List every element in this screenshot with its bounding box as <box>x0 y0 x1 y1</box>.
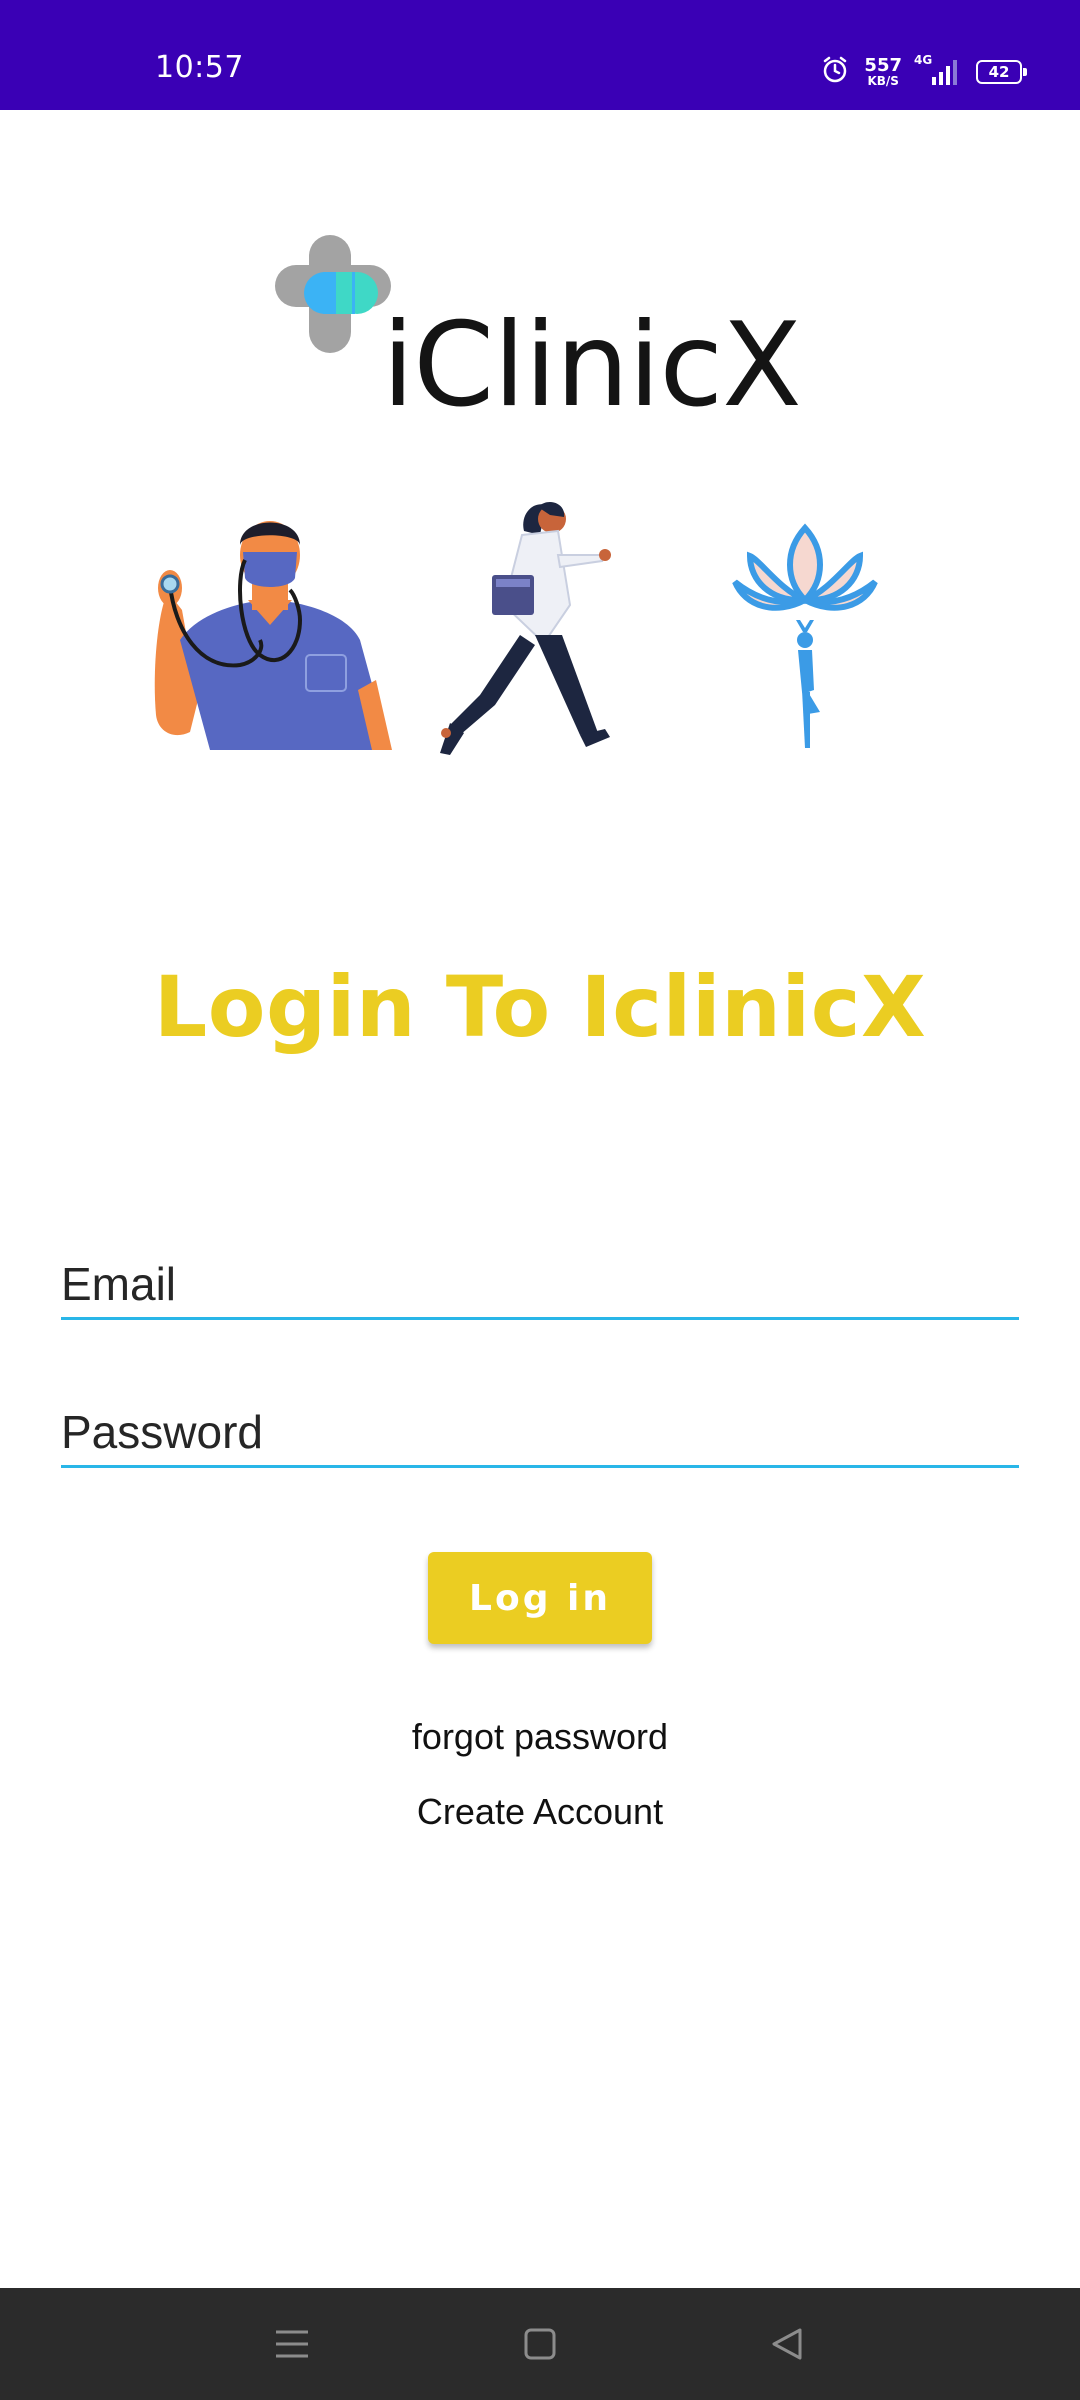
doctor-illustration <box>154 521 392 750</box>
app-logo: iClinicX <box>270 230 810 424</box>
lotus-yoga-illustration <box>732 523 878 748</box>
signal-4g-icon: 4G <box>914 53 962 87</box>
menu-icon[interactable] <box>262 2316 322 2372</box>
status-bar: 10:57 557 KB/S 4G 42 <box>0 0 1080 110</box>
network-type: 4G <box>914 53 933 67</box>
medical-cross-icon <box>275 235 391 353</box>
status-time: 10:57 <box>155 50 244 85</box>
network-speed-value: 557 <box>864 55 902 76</box>
logo-text: iClinicX <box>382 298 802 433</box>
back-icon[interactable] <box>757 2316 817 2372</box>
running-doctor-illustration <box>440 502 611 755</box>
login-button[interactable]: Log in <box>428 1552 652 1644</box>
email-input[interactable] <box>61 1250 1019 1317</box>
login-screen: 10:57 557 KB/S 4G 42 iClinicX Login To I… <box>0 0 1080 2400</box>
alarm-icon <box>820 55 850 90</box>
network-speed: 557 KB/S <box>864 55 902 88</box>
forgot-password-link[interactable]: forgot password <box>0 1716 1080 1758</box>
password-field-container <box>61 1398 1019 1468</box>
home-icon[interactable] <box>510 2316 570 2372</box>
email-field-container <box>61 1250 1019 1320</box>
battery-icon: 42 <box>976 60 1027 84</box>
system-nav-bar <box>0 2288 1080 2400</box>
network-speed-unit: KB/S <box>867 74 899 88</box>
login-title: Login To IclinicX <box>153 958 927 1056</box>
battery-level: 42 <box>988 63 1010 81</box>
status-icons: 557 KB/S 4G 42 <box>820 52 1027 92</box>
password-input[interactable] <box>61 1398 1019 1465</box>
create-account-link[interactable]: Create Account <box>0 1791 1080 1833</box>
